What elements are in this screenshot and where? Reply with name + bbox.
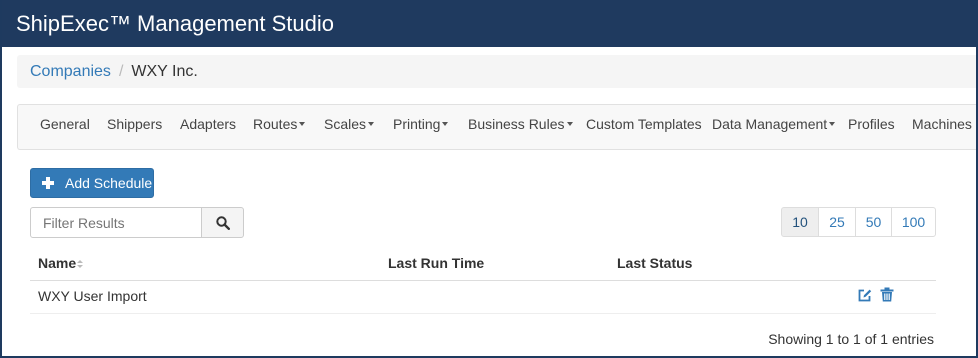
page-size-50[interactable]: 50	[855, 207, 892, 237]
caret-down-icon	[442, 122, 449, 127]
breadcrumb-current: WXY Inc.	[131, 63, 198, 80]
page-size-100[interactable]: 100	[891, 207, 936, 237]
nav-shippers[interactable]: Shippers	[107, 105, 162, 149]
nav-data-management-label: Data Management	[712, 116, 828, 132]
company-nav-bar: General Shippers Adapters Routes Scales …	[17, 104, 976, 150]
breadcrumb-companies-link[interactable]: Companies	[30, 63, 111, 80]
column-header-last-run-time: Last Run Time	[388, 255, 485, 271]
nav-scales-dropdown[interactable]: Scales	[324, 105, 375, 149]
page-size-25[interactable]: 25	[818, 207, 856, 237]
nav-profiles[interactable]: Profiles	[848, 105, 895, 149]
nav-data-management-dropdown[interactable]: Data Management	[712, 105, 836, 149]
nav-printing-dropdown[interactable]: Printing	[393, 105, 449, 149]
delete-icon[interactable]	[880, 287, 894, 302]
sort-icon[interactable]	[77, 260, 83, 269]
table-header-divider	[30, 280, 936, 281]
edit-icon[interactable]	[857, 288, 872, 303]
nav-printing-label: Printing	[393, 116, 441, 132]
caret-down-icon	[829, 122, 836, 127]
nav-business-rules-label: Business Rules	[468, 116, 565, 132]
nav-business-rules-dropdown[interactable]: Business Rules	[468, 105, 573, 149]
nav-shippers-label: Shippers	[107, 116, 163, 132]
table-row-divider	[30, 313, 936, 314]
nav-routes-dropdown[interactable]: Routes	[253, 105, 306, 149]
nav-adapters[interactable]: Adapters	[180, 105, 236, 149]
caret-down-icon	[368, 122, 375, 127]
filter-search-button[interactable]	[201, 207, 244, 238]
nav-general-label: General	[40, 116, 90, 132]
search-icon	[216, 216, 230, 230]
nav-custom-templates[interactable]: Custom Templates	[586, 105, 702, 149]
add-schedule-button[interactable]: Add Schedule	[30, 168, 154, 198]
nav-custom-templates-label: Custom Templates	[586, 116, 702, 132]
plus-icon	[42, 177, 54, 189]
nav-routes-label: Routes	[253, 116, 298, 132]
breadcrumb: Companies / WXY Inc.	[17, 55, 976, 88]
caret-down-icon	[566, 122, 573, 127]
nav-machines[interactable]: Machines	[912, 105, 972, 149]
nav-machines-label: Machines	[912, 116, 972, 132]
caret-down-icon	[299, 122, 306, 127]
filter-results-input[interactable]	[30, 207, 202, 238]
nav-general[interactable]: General	[40, 105, 90, 149]
nav-scales-label: Scales	[324, 116, 367, 132]
column-header-last-status: Last Status	[617, 255, 693, 271]
nav-adapters-label: Adapters	[180, 116, 237, 132]
breadcrumb-separator: /	[118, 63, 124, 80]
page-size-10[interactable]: 10	[781, 207, 819, 237]
table-info-summary: Showing 1 to 1 of 1 entries	[768, 331, 934, 347]
add-schedule-label: Add Schedule	[65, 175, 153, 191]
nav-profiles-label: Profiles	[848, 116, 895, 132]
app-title: ShipExec™ Management Studio	[2, 0, 976, 47]
app-window: ShipExec™ Management Studio Companies / WX…	[0, 0, 978, 358]
column-header-name[interactable]: Name	[38, 255, 76, 271]
table-row-name: WXY User Import	[38, 288, 147, 304]
